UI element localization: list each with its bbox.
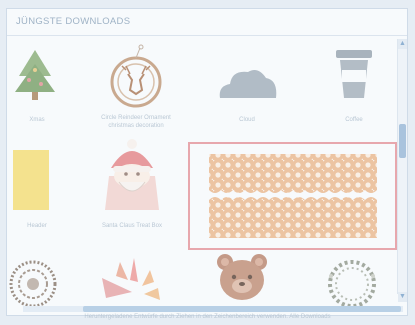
download-tile-coffee[interactable]: Coffee: [307, 36, 401, 128]
teddy-bear-icon: [217, 254, 267, 300]
horizontal-scrollbar-thumb[interactable]: [83, 306, 401, 312]
download-tile-cloud[interactable]: Cloud: [202, 36, 292, 128]
scroll-up-button[interactable]: ▲: [398, 39, 407, 49]
download-tile-doily[interactable]: [7, 250, 67, 306]
doily-icon: [9, 260, 57, 306]
scroll-down-button[interactable]: ▼: [398, 292, 407, 302]
tile-label: Santa Claus Treat Box: [101, 223, 163, 229]
sparkle-icon: [102, 258, 160, 300]
drag-hint-text: Heruntergeladene Entwürfe durch Ziehen i…: [84, 314, 331, 320]
yellow-card-icon: [13, 150, 49, 210]
lace-border-icon: [208, 154, 377, 238]
tile-label: Header: [27, 223, 47, 229]
wreath-icon: [328, 260, 376, 306]
tile-label: Circle Reindeer Ornament christmas decor…: [101, 115, 171, 129]
santa-box-icon: [105, 139, 159, 210]
horizontal-scrollbar[interactable]: [23, 306, 403, 312]
download-tile-teddy-bear[interactable]: [202, 250, 282, 306]
recent-downloads-panel: JÜNGSTE DOWNLOADS Xmas Circle Reindeer O…: [6, 8, 408, 316]
tile-label: Xmas: [29, 117, 45, 123]
vertical-scrollbar-thumb[interactable]: [399, 124, 406, 158]
download-tile-lace-border-selected[interactable]: [188, 142, 397, 250]
christmas-tree-icon: [15, 50, 55, 100]
download-tile-santa-box[interactable]: Santa Claus Treat Box: [82, 136, 182, 232]
tile-label: Coffee: [345, 117, 363, 123]
tile-label: Cloud: [239, 117, 255, 123]
download-tile-header[interactable]: Header: [7, 136, 67, 232]
coffee-cup-icon: [336, 50, 372, 98]
download-tile-sparkle[interactable]: [87, 250, 177, 306]
download-tile-reindeer-ornament[interactable]: Circle Reindeer Ornament christmas decor…: [82, 36, 190, 129]
vertical-scrollbar[interactable]: [397, 39, 407, 294]
chevron-down-icon: ▼: [399, 293, 406, 300]
reindeer-ornament-icon: [110, 44, 162, 108]
downloads-grid: Xmas Circle Reindeer Ornament christmas …: [7, 36, 401, 306]
chevron-up-icon: ▲: [399, 40, 406, 47]
download-tile-wreath[interactable]: [312, 250, 392, 306]
cloud-icon: [219, 70, 277, 98]
download-tile-xmas[interactable]: Xmas: [7, 36, 67, 128]
panel-title: JÜNGSTE DOWNLOADS: [16, 16, 131, 27]
panel-header: JÜNGSTE DOWNLOADS: [7, 9, 407, 36]
